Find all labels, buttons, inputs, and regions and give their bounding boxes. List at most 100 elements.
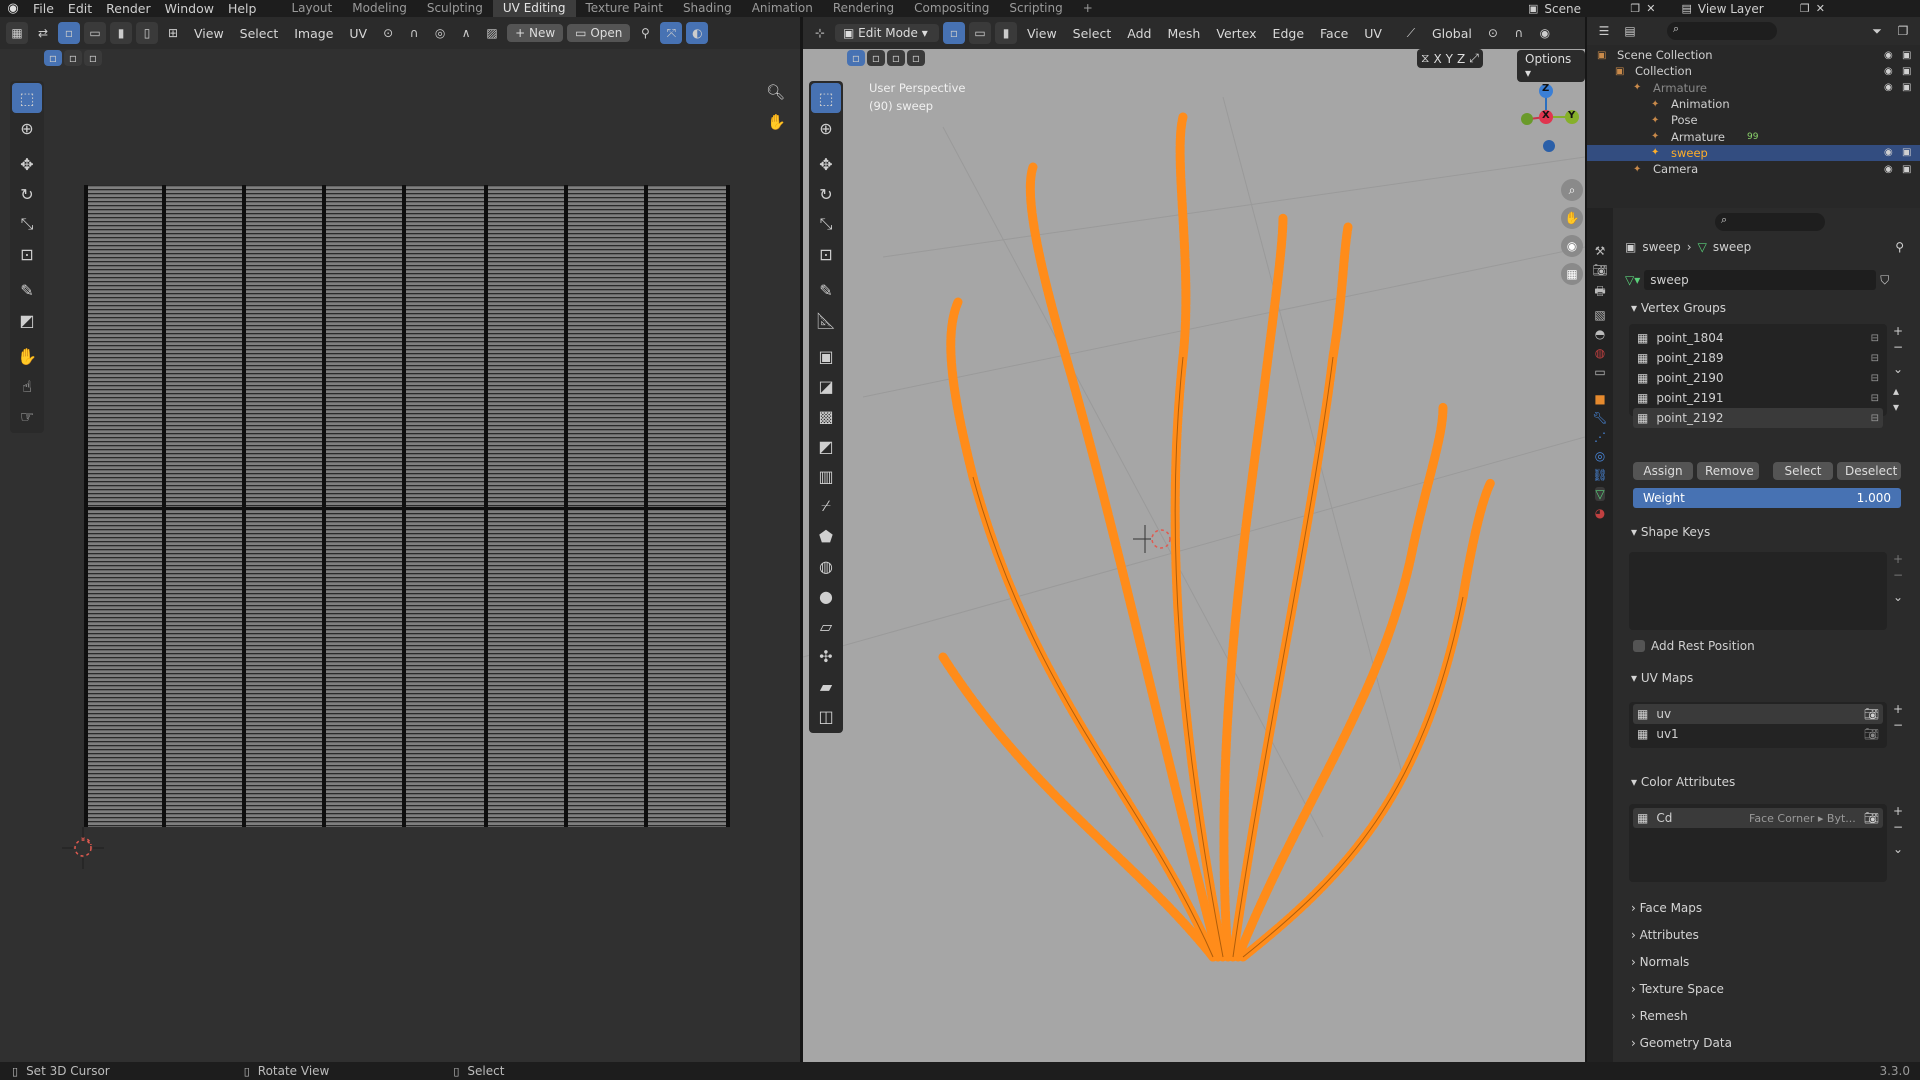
weight-slider[interactable]: Weight 1.000 bbox=[1633, 488, 1901, 508]
edge-select-icon[interactable]: ▭ bbox=[84, 22, 106, 44]
tab-shading[interactable]: Shading bbox=[673, 0, 742, 17]
visibility-eye-icon[interactable]: ◉ bbox=[1884, 66, 1902, 77]
active-render-camera-icon[interactable]: 📷︎ bbox=[1864, 707, 1879, 721]
constraints-tab-icon[interactable]: ⛓ bbox=[1592, 468, 1607, 482]
tab-texture-paint[interactable]: Texture Paint bbox=[576, 0, 673, 17]
falloff-icon[interactable]: ∧ bbox=[455, 22, 477, 44]
bevel-tool-icon[interactable]: ◩ bbox=[811, 431, 841, 461]
vp-select-box-tool-icon[interactable]: ⬚ bbox=[811, 83, 841, 113]
vp-cursor-tool-icon[interactable]: ⊕ bbox=[811, 113, 841, 143]
pivot-icon[interactable]: ⊙ bbox=[377, 22, 399, 44]
collection-tab-icon[interactable]: ▭ bbox=[1594, 365, 1605, 379]
add-cube-tool-icon[interactable]: ▣ bbox=[811, 341, 841, 371]
add-rest-position-checkbox[interactable] bbox=[1633, 640, 1645, 652]
remesh-panel-header[interactable]: › Remesh bbox=[1623, 1002, 1913, 1029]
render-tab-icon[interactable]: 📷︎ bbox=[1592, 263, 1607, 277]
color-attributes-panel-header[interactable]: ▾ Color Attributes bbox=[1623, 770, 1913, 794]
mesh-name-field[interactable]: sweep bbox=[1644, 270, 1877, 290]
new-collection-icon[interactable]: ❐ bbox=[1892, 20, 1914, 42]
vertex-select-icon[interactable]: ▫ bbox=[58, 22, 80, 44]
mesh-browse-icon[interactable]: ▽▾ bbox=[1625, 273, 1640, 287]
outliner-row[interactable]: ✦ sweep ◉ ▣ bbox=[1587, 144, 1920, 162]
ortho-toggle-icon[interactable]: ▦ bbox=[1561, 263, 1583, 285]
tab-uv-editing[interactable]: UV Editing bbox=[492, 0, 576, 17]
snap-icon[interactable]: ∩ bbox=[403, 22, 425, 44]
add-color-attribute-icon[interactable]: + bbox=[1893, 804, 1903, 818]
add-shape-key-icon[interactable]: + bbox=[1893, 552, 1903, 566]
color-attribute-item[interactable]: ▦ Cd Face Corner ▸ Byt... 📷︎ bbox=[1633, 808, 1883, 828]
measure-tool-icon[interactable]: 📐︎ bbox=[811, 305, 841, 335]
select-button[interactable]: Select bbox=[1773, 462, 1833, 480]
material-tab-icon[interactable]: ◕ bbox=[1595, 506, 1605, 520]
3d-cursor-icon[interactable] bbox=[1125, 519, 1185, 559]
visibility-eye-icon[interactable]: ◉ bbox=[1884, 147, 1902, 158]
vertex-group-item[interactable]: ▦ point_2189 ⊟ bbox=[1633, 348, 1883, 368]
lock-icon[interactable]: ⊟ bbox=[1871, 333, 1879, 344]
select-extend-icon[interactable]: ▫ bbox=[64, 50, 82, 66]
tab-rendering[interactable]: Rendering bbox=[823, 0, 904, 17]
tab-sculpting[interactable]: Sculpting bbox=[417, 0, 493, 17]
fake-user-icon[interactable]: ⛉ bbox=[1880, 273, 1889, 288]
remove-uv-map-icon[interactable]: − bbox=[1893, 718, 1903, 732]
inset-tool-icon[interactable]: ▩ bbox=[811, 401, 841, 431]
extrude-tool-icon[interactable]: ◪ bbox=[811, 371, 841, 401]
output-tab-icon[interactable]: 🖶︎ bbox=[1594, 282, 1605, 303]
face-maps-panel-header[interactable]: › Face Maps bbox=[1623, 894, 1913, 921]
uv-menu-image[interactable]: Image bbox=[288, 26, 339, 41]
menu-help[interactable]: Help bbox=[221, 1, 264, 16]
vertex-groups-panel-header[interactable]: ▾ Vertex Groups bbox=[1623, 296, 1913, 320]
menu-window[interactable]: Window bbox=[158, 1, 221, 16]
normals-panel-header[interactable]: › Normals bbox=[1623, 948, 1913, 975]
select-box-tool-icon[interactable]: ⬚ bbox=[12, 83, 42, 113]
scene-icon[interactable]: ▣ bbox=[1528, 2, 1538, 15]
lock-icon[interactable]: ⊟ bbox=[1871, 373, 1879, 384]
texture-space-panel-header[interactable]: › Texture Space bbox=[1623, 975, 1913, 1002]
pan-hand-icon[interactable]: ✋ bbox=[767, 113, 786, 131]
select-subtract-icon[interactable]: ▫ bbox=[84, 50, 102, 66]
vertex-group-item[interactable]: ▦ point_2192 ⊟ bbox=[1633, 408, 1883, 428]
tab-modeling[interactable]: Modeling bbox=[342, 0, 417, 17]
navigation-gizmo[interactable]: Z X Y bbox=[1493, 79, 1583, 169]
poly-build-tool-icon[interactable]: ⬟ bbox=[811, 521, 841, 551]
vp-transform-tool-icon[interactable]: ⊡ bbox=[811, 239, 841, 269]
properties-search[interactable]: ⌕ bbox=[1715, 213, 1825, 231]
sticky-select-icon[interactable]: ⊞ bbox=[162, 22, 184, 44]
select-new-icon[interactable]: ▫ bbox=[44, 50, 62, 66]
face-select-icon[interactable]: ▮ bbox=[110, 22, 132, 44]
remove-vertex-group-icon[interactable]: − bbox=[1893, 340, 1903, 354]
tab-compositing[interactable]: Compositing bbox=[904, 0, 999, 17]
relax-tool-icon[interactable]: ☝ bbox=[12, 371, 42, 401]
menu-render[interactable]: Render bbox=[99, 1, 158, 16]
smooth-tool-icon[interactable]: ● bbox=[811, 581, 841, 611]
display-mode-icon[interactable]: ▤ bbox=[1619, 20, 1641, 42]
vertex-group-item[interactable]: ▦ point_2191 ⊟ bbox=[1633, 388, 1883, 408]
render-camera-icon[interactable]: ▣ bbox=[1902, 164, 1920, 175]
move-tool-icon[interactable]: ✥ bbox=[12, 149, 42, 179]
uv-menu-uv[interactable]: UV bbox=[343, 26, 373, 41]
tab-animation[interactable]: Animation bbox=[742, 0, 823, 17]
render-camera-icon[interactable]: ▣ bbox=[1902, 66, 1920, 77]
grab-tool-icon[interactable]: ✋ bbox=[12, 341, 42, 371]
pin-icon[interactable]: ⚲ bbox=[634, 22, 656, 44]
knife-tool-icon[interactable]: ⌿ bbox=[811, 491, 841, 521]
gizmo-toggle-icon[interactable]: ⤧ bbox=[660, 22, 683, 44]
uv-map-item[interactable]: ▦ uv 📷︎ bbox=[1633, 704, 1883, 724]
spin-tool-icon[interactable]: ◍ bbox=[811, 551, 841, 581]
uv-menu-select[interactable]: Select bbox=[234, 26, 285, 41]
outliner-row[interactable]: ✦ Armature ◉ ▣ bbox=[1587, 80, 1920, 96]
color-attribute-specials-icon[interactable]: ⌄ bbox=[1893, 842, 1903, 856]
cursor-tool-icon[interactable]: ⊕ bbox=[12, 113, 42, 143]
shape-keys-panel-header[interactable]: ▾ Shape Keys bbox=[1623, 520, 1913, 544]
open-image-button[interactable]: ▭ Open bbox=[567, 24, 631, 42]
shrink-fatten-tool-icon[interactable]: ✣ bbox=[811, 641, 841, 671]
render-camera-icon[interactable]: ▣ bbox=[1902, 82, 1920, 93]
uv-maps-panel-header[interactable]: ▾ UV Maps bbox=[1623, 666, 1913, 690]
filter-icon[interactable]: ⏷ bbox=[1866, 20, 1888, 42]
overlay-toggle-icon[interactable]: ◐ bbox=[686, 22, 709, 44]
add-rest-position-row[interactable]: Add Rest Position bbox=[1633, 636, 1755, 656]
pinch-tool-icon[interactable]: ☞ bbox=[12, 401, 42, 431]
sync-selection-icon[interactable]: ⇄ bbox=[32, 22, 54, 44]
uv-menu-view[interactable]: View bbox=[188, 26, 230, 41]
tab-layout[interactable]: Layout bbox=[281, 0, 342, 17]
tab-scripting[interactable]: Scripting bbox=[999, 0, 1072, 17]
